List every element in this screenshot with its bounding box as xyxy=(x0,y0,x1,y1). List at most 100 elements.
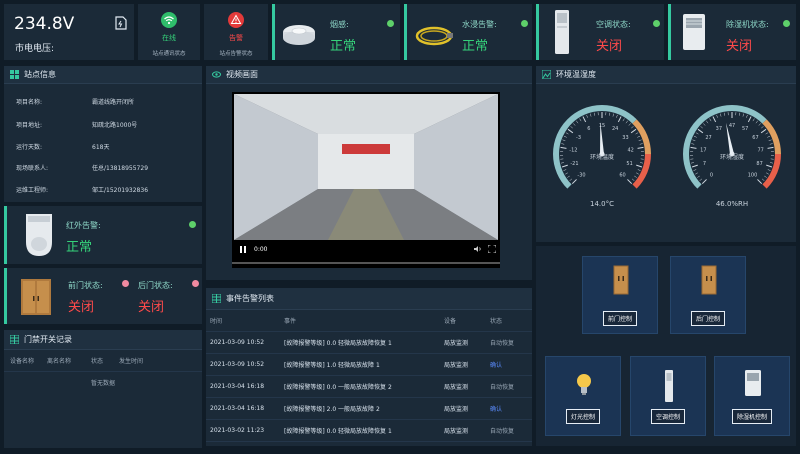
humidity-tick xyxy=(767,146,774,149)
pause-icon[interactable] xyxy=(240,246,246,253)
volume-icon[interactable] xyxy=(474,245,482,253)
table-icon xyxy=(212,294,221,303)
col-device: 设备名称 xyxy=(10,358,35,365)
table-row[interactable]: 2021-03-02 11:23 [故障报警等级] 0.0 轻微局放故障恢复 1… xyxy=(206,420,532,442)
humidity-tick-label: 57 xyxy=(742,126,748,132)
temperature-tick xyxy=(630,128,637,134)
video-time: 0:00 xyxy=(254,246,268,253)
temperature-tick xyxy=(576,120,579,124)
humidity-tick-label: 100 xyxy=(748,173,758,179)
ac-control-button[interactable]: 空调控制 xyxy=(650,409,686,424)
humidity-gauge-group: 07 17 27 37 47 57 67 77 87 100 xyxy=(683,105,781,189)
ac-control-tile: 空调控制 xyxy=(630,356,706,436)
humidity-tick xyxy=(746,114,748,118)
event-time: 2021-03-09 10:52 xyxy=(210,361,265,368)
temperature-tick-label: 33 xyxy=(622,135,628,141)
col-event: 事件 xyxy=(284,318,297,325)
humidity-tick-label: 67 xyxy=(752,135,758,141)
humidity-tick xyxy=(758,123,761,126)
humidity-arc-segment xyxy=(762,119,781,155)
site-value-1: 霸道线路开闭所 xyxy=(92,99,135,106)
col-status: 状态 xyxy=(490,318,503,325)
temperature-tick xyxy=(612,113,614,117)
humidity-tick-label: 0 xyxy=(710,173,713,179)
site-key-3: 运行天数: xyxy=(16,144,43,151)
site-value-4: 任总/13818955729 xyxy=(92,165,149,172)
humidity-tick xyxy=(693,169,697,171)
temperature-tick xyxy=(569,178,573,181)
dehumidifier-control-button[interactable]: 除湿机控制 xyxy=(731,409,773,424)
grid-icon xyxy=(10,70,19,79)
warning-icon xyxy=(228,12,244,28)
site-value-2: 知疏北路1000号 xyxy=(92,122,138,129)
temperature-tick xyxy=(582,116,587,123)
infrared-value: 正常 xyxy=(66,240,93,255)
humidity-tick xyxy=(695,132,699,135)
event-confirm-link[interactable]: 确认 xyxy=(490,404,530,413)
humidity-tick-label: 87 xyxy=(756,161,762,167)
event-device: 局放监测 xyxy=(444,428,469,435)
event-confirm-link[interactable]: 确认 xyxy=(490,360,530,369)
video-frame xyxy=(234,94,498,240)
temperature-tick xyxy=(636,164,643,168)
temperature-tick xyxy=(563,135,567,138)
video-header: 视频画面 xyxy=(206,66,532,84)
temperature-gauge-group: -30 -21 -12 -3 6 15 24 33 42 5160 xyxy=(553,105,651,189)
event-time: 2021-03-04 16:18 xyxy=(210,383,265,390)
back-door-control-button[interactable]: 后门控制 xyxy=(690,311,726,326)
voltage-value: 234.8V xyxy=(14,14,75,34)
temperature-tick xyxy=(637,169,641,171)
site-value-3: 618天 xyxy=(92,144,110,151)
temperature-tick xyxy=(625,120,628,124)
environment-panel: 环境温湿度 -30 -21 -12 -3 6 15 24 33 42 51 60 0 7 17 27 37 4… xyxy=(536,66,796,242)
smoke-detector-icon xyxy=(283,25,315,45)
temperature-value: 14.0°C xyxy=(590,200,614,208)
temperature-gauge: -30 -21 -12 -3 6 15 24 33 42 5160 07 17 27 37 47 57 67 7… xyxy=(553,105,781,208)
temperature-tick xyxy=(631,126,634,129)
ac-label: 空调状态: xyxy=(596,20,631,29)
humidity-tick xyxy=(706,120,709,124)
light-control-button[interactable]: 灯光控制 xyxy=(565,409,601,424)
video-player[interactable]: 0:00 xyxy=(232,92,500,268)
fullscreen-icon[interactable] xyxy=(488,245,496,253)
front-door-control-button[interactable]: 前门控制 xyxy=(602,311,638,326)
table-row[interactable]: 2021-03-09 10:52 [故障报警等级] 0.0 轻微局放故障恢复 1… xyxy=(206,332,532,354)
humidity-tick xyxy=(761,178,765,181)
eye-icon xyxy=(212,71,221,78)
alarm-status-value: 告警 xyxy=(229,34,243,42)
front-door-label: 前门状态: xyxy=(68,281,103,290)
col-time: 时间 xyxy=(210,318,223,325)
humidity-tick xyxy=(690,162,694,164)
air-conditioner-icon xyxy=(555,10,569,54)
table-row[interactable]: 2021-03-04 16:18 [故障报警等级] 0.0 一般局放故障恢复 2… xyxy=(206,376,532,398)
ac-status-dot xyxy=(653,20,660,27)
comm-status-label: 站点通讯状态 xyxy=(152,51,186,57)
video-progress-bar[interactable] xyxy=(232,262,500,264)
front-door-control-tile: 前门控制 xyxy=(582,256,658,334)
water-sensor-icon xyxy=(415,26,453,46)
site-info-title: 站点信息 xyxy=(24,70,56,79)
humidity-tick xyxy=(747,116,752,123)
lightbulb-icon xyxy=(577,374,591,395)
temperature-tick-label: 6 xyxy=(587,126,590,132)
event-status: 自动恢复 xyxy=(490,384,515,391)
event-time: 2021-03-02 11:23 xyxy=(210,427,265,434)
temperature-tick-label: -21 xyxy=(570,161,578,167)
access-log-title: 门禁开关记录 xyxy=(24,335,72,344)
temperature-tick xyxy=(579,118,582,122)
event-time: 2021-03-04 16:18 xyxy=(210,405,265,412)
humidity-tick xyxy=(690,146,697,149)
event-text: [故障报警等级] 0.0 一般局放故障恢复 2 xyxy=(284,384,392,391)
temperature-tick xyxy=(640,162,644,164)
table-row[interactable]: 2021-03-04 16:18 [故障报警等级] 2.0 一般局放故障 2 局… xyxy=(206,398,532,420)
table-row[interactable]: 2021-03-09 10:52 [故障报警等级] 1.0 轻微局放故障 1 局… xyxy=(206,354,532,376)
humidity-tick xyxy=(691,164,698,168)
door-status-card: 前门状态: 关闭 后门状态: 关闭 xyxy=(4,268,202,324)
image-icon xyxy=(542,70,551,79)
humidity-tick xyxy=(755,120,758,124)
temperature-tick-label: -30 xyxy=(577,173,585,179)
temperature-tick xyxy=(565,172,568,175)
temperature-tick xyxy=(561,164,568,168)
dehumidifier-label: 除湿机状态: xyxy=(726,20,769,29)
front-door-value: 关闭 xyxy=(68,300,95,315)
